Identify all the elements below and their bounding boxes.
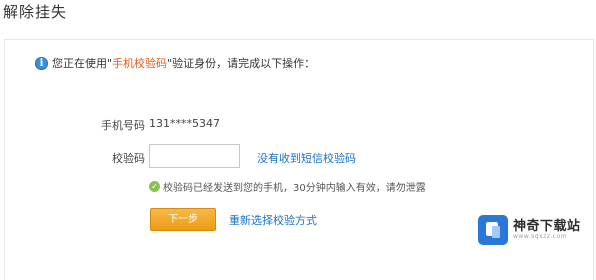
watermark-url: www.sqxzz.com — [513, 232, 568, 240]
next-step-button[interactable]: 下一步 — [150, 208, 216, 231]
site-watermark: 神奇下载站 www.sqxzz.com — [478, 211, 593, 249]
code-sent-message: ✓ 校验码已经发送到您的手机，30分钟内输入有效，请勿泄露 — [149, 179, 426, 194]
notice-prefix: 您正在使用" — [52, 57, 113, 70]
notice-method: 手机校验码 — [112, 57, 168, 70]
code-sent-text: 校验码已经发送到您的手机，30分钟内输入有效，请勿泄露 — [163, 183, 426, 194]
watermark-logo-icon — [478, 215, 508, 245]
check-icon: ✓ — [149, 181, 160, 192]
verification-notice: i 您正在使用" 手机校验码 "验证身份，请完成以下操作： — [35, 55, 315, 71]
info-icon: i — [35, 56, 48, 70]
page-title: 解除挂失 — [3, 3, 68, 21]
resend-code-link[interactable]: 没有收到短信校验码 — [257, 150, 356, 166]
notice-suffix: "验证身份，请完成以下操作： — [167, 57, 316, 70]
code-label: 校验码 — [112, 152, 145, 165]
reselect-method-link[interactable]: 重新选择校验方式 — [229, 212, 317, 228]
phone-number-value: 131****5347 — [149, 117, 220, 130]
watermark-name: 神奇下载站 — [513, 218, 581, 234]
verification-code-input[interactable] — [149, 144, 240, 168]
phone-label: 手机号码 — [101, 119, 145, 132]
